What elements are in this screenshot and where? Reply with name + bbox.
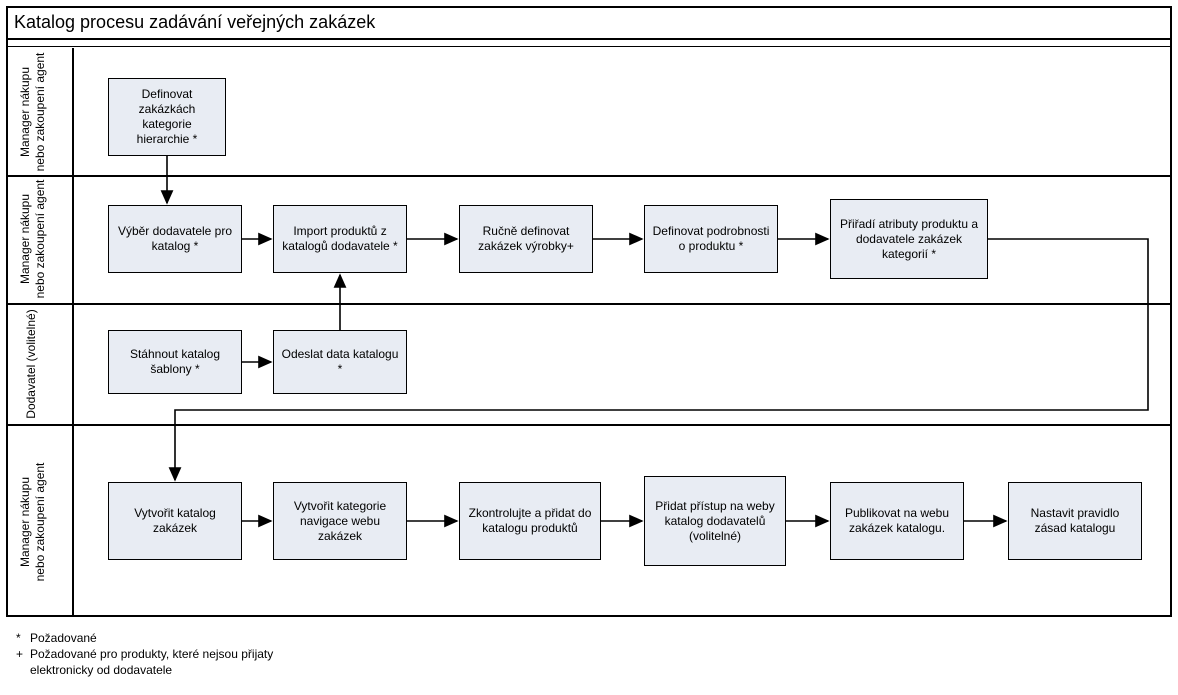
box-review-add-products: Zkontrolujte a přidat do katalogu produk… <box>459 482 601 560</box>
frame-line <box>6 615 1172 617</box>
lane-label-divider <box>72 304 74 425</box>
lane-label-divider <box>72 48 74 175</box>
lane-separator <box>6 175 1172 177</box>
diagram-canvas: Katalog procesu zadávání veřejných zakáz… <box>0 0 1178 695</box>
frame-line <box>6 6 8 617</box>
lane-label-divider <box>72 425 74 616</box>
box-import-products: Import produktů z katalogů dodavatele * <box>273 205 407 273</box>
frame-line <box>8 46 1170 47</box>
box-define-product-details: Definovat podrobnosti o produktu * <box>644 205 778 273</box>
frame-line <box>6 38 1172 40</box>
legend-required-symbol: * <box>16 630 30 646</box>
lane-separator <box>6 424 1172 426</box>
frame-line <box>6 6 1172 8</box>
box-create-nav-categories: Vytvořit kategorie navigace webu zakázek <box>273 482 407 560</box>
lane-label-3: Dodavatel (volitelné) <box>24 309 52 419</box>
legend-required-text: Požadované <box>30 630 276 646</box>
box-publish-catalog: Publikovat na webu zakázek katalogu. <box>830 482 964 560</box>
lane-separator <box>6 303 1172 305</box>
box-define-category-hierarchy: Definovat zakázkách kategorie hierarchie… <box>108 78 226 156</box>
box-add-vendor-site-access: Přidat přístup na weby katalog dodavatel… <box>644 476 786 566</box>
box-set-policy-rule: Nastavit pravidlo zásad katalogu <box>1008 482 1142 560</box>
box-download-template: Stáhnout katalog šablony * <box>108 330 242 394</box>
lane-label-2: Manager nákupu nebo zakoupení agent <box>18 179 58 299</box>
box-define-products: Ručně definovat zakázek výrobky+ <box>459 205 593 273</box>
lane-label-divider <box>72 176 74 304</box>
lane-label-1: Manager nákupu nebo zakoupení agent <box>18 52 58 172</box>
diagram-title: Katalog procesu zadávání veřejných zakáz… <box>14 12 375 33</box>
box-create-catalog: Vytvořit katalog zakázek <box>108 482 242 560</box>
box-assign-attributes: Přiřadí atributy produktu a dodavatele z… <box>830 199 988 279</box>
frame-line <box>1170 6 1172 617</box>
box-send-catalog-data: Odeslat data katalogu * <box>273 330 407 394</box>
lane-label-4: Manager nákupu nebo zakoupení agent <box>18 462 58 582</box>
legend: * Požadované + Požadované pro produkty, … <box>16 630 276 679</box>
legend-plus-text: Požadované pro produkty, které nejsou př… <box>30 646 276 678</box>
legend-plus-symbol: + <box>16 646 30 678</box>
box-select-vendor: Výběr dodavatele pro katalog * <box>108 205 242 273</box>
